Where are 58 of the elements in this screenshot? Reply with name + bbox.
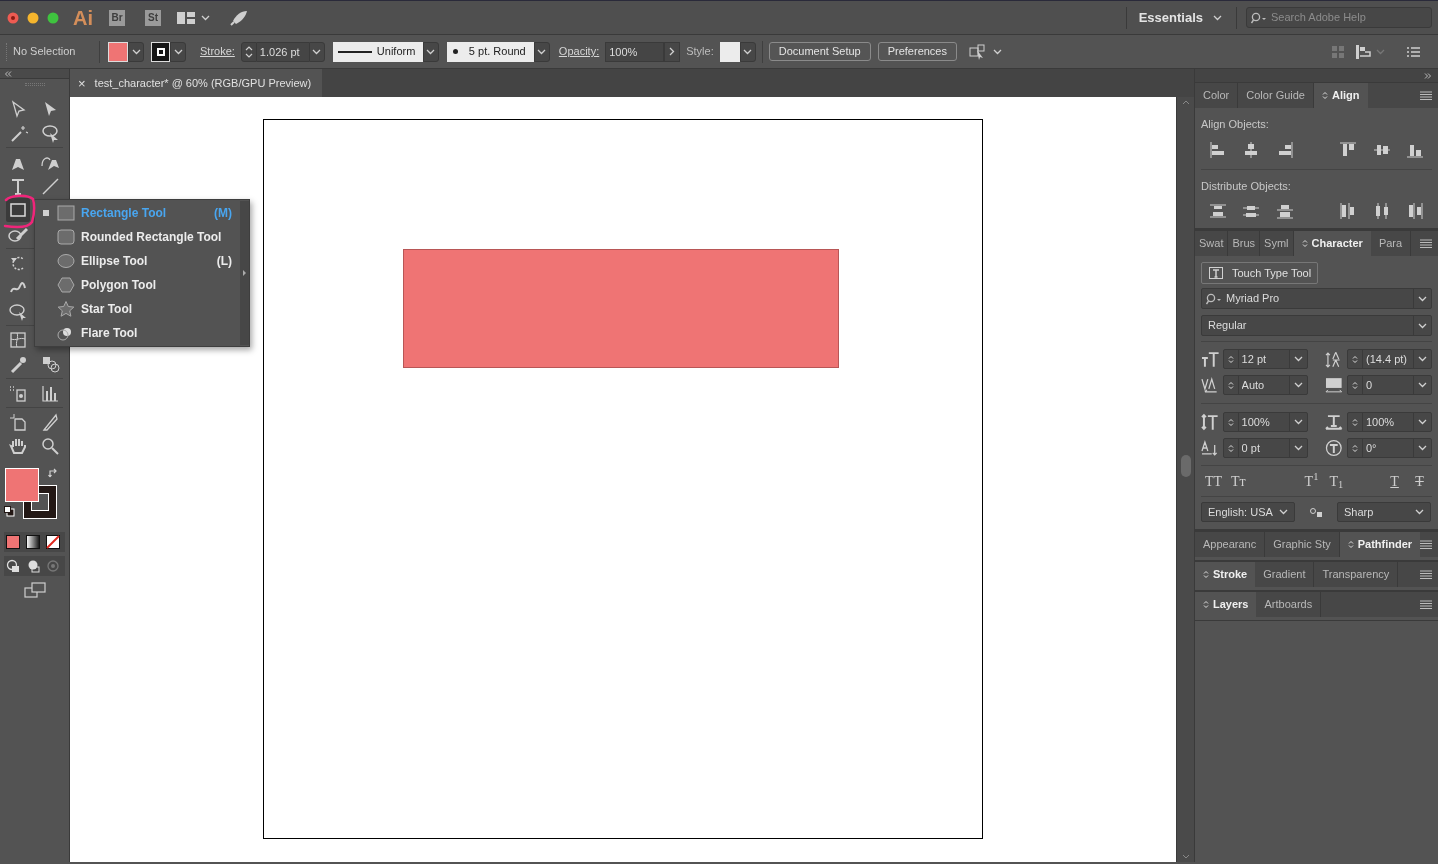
stroke-label[interactable]: Stroke: <box>200 43 235 60</box>
app-launcher-button[interactable]: St <box>145 9 161 26</box>
horizontal-scale-field[interactable]: 100% <box>1347 412 1432 432</box>
font-size-field[interactable]: 12 pt <box>1222 349 1308 369</box>
leading-field-input[interactable]: (14.4 pt) <box>1363 350 1413 368</box>
vertical-scale-field-input[interactable]: 100% <box>1238 413 1289 431</box>
type-style-button[interactable]: T <box>1382 470 1408 492</box>
kerning-field-input[interactable]: Auto <box>1238 376 1289 394</box>
panel-tab[interactable]: Character <box>1293 231 1371 256</box>
tracking-field[interactable]: 0 <box>1347 375 1432 395</box>
type-style-button[interactable]: Tт <box>1225 470 1251 492</box>
stroke-weight-field[interactable]: 1.026 pt <box>256 41 309 62</box>
language-dropdown[interactable]: English: USA <box>1201 502 1295 522</box>
search-input[interactable]: Search Adobe Help <box>1271 9 1421 26</box>
type-style-button[interactable]: T$_{1}$ <box>1323 470 1349 492</box>
close-tab-button[interactable]: × <box>78 76 86 90</box>
font-family-dropdown[interactable]: Myriad Pro <box>1201 288 1432 309</box>
flyout-menu-item[interactable]: Polygon Tool <box>35 273 240 297</box>
baseline-shift-field[interactable]: 0 pt <box>1222 438 1308 458</box>
rotation-field-input[interactable]: 0° <box>1363 439 1413 457</box>
panel-tab[interactable]: Stroke <box>1195 562 1256 587</box>
baseline-shift-field-input[interactable]: 0 pt <box>1238 439 1289 457</box>
panel-tab[interactable]: Pathfinder <box>1339 532 1421 557</box>
opacity-label[interactable]: Opacity: <box>558 43 600 60</box>
workspace-switcher[interactable]: Essentials <box>1138 7 1222 28</box>
toolbar-button[interactable]: Document Setup <box>768 42 871 61</box>
opacity-field[interactable]: 100% <box>605 41 665 62</box>
brush-dropdown[interactable]: 5 pt. Round <box>446 41 534 62</box>
touch-type-button[interactable]: Touch Type Tool <box>1201 262 1319 284</box>
rotation-field[interactable]: 0° <box>1347 438 1432 458</box>
document-tab[interactable]: × test_character* @ 60% (RGB/GPU Preview) <box>70 69 322 97</box>
flyout-menu-item[interactable]: Flare Tool <box>35 321 240 345</box>
panel-tab[interactable]: Layers <box>1195 592 1257 617</box>
type-style-button[interactable]: T <box>1407 470 1432 492</box>
section-label: Distribute Objects: <box>1201 178 1292 194</box>
vertical-scale-field[interactable]: 100% <box>1222 412 1308 432</box>
kerning-field[interactable]: Auto <box>1222 375 1308 395</box>
app-launcher-button[interactable]: Br <box>109 9 125 26</box>
search-field[interactable]: Search Adobe Help <box>1246 7 1432 28</box>
type-style-button[interactable]: T$^{1}$ <box>1299 470 1324 492</box>
tracking-field-input[interactable]: 0 <box>1363 376 1413 394</box>
leading-field[interactable]: (14.4 pt) <box>1347 349 1432 369</box>
type-style-button[interactable]: TT <box>1201 470 1226 492</box>
anti-aliasing-dropdown[interactable]: Sharp <box>1337 502 1431 522</box>
font-style-dropdown[interactable]: Regular <box>1201 315 1432 336</box>
style-label: Style: <box>686 44 714 60</box>
section-label: Align Objects: <box>1201 117 1270 132</box>
horizontal-scale-field-input[interactable]: 100% <box>1363 413 1413 431</box>
toolbar-button[interactable]: Preferences <box>877 42 957 61</box>
selection-status: No Selection <box>13 44 77 60</box>
flyout-menu-item[interactable]: Rounded Rectangle Tool <box>35 225 240 249</box>
document-title: test_character* @ 60% (RGB/GPU Preview) <box>94 75 312 91</box>
flyout-menu-item[interactable]: Ellipse Tool (L) <box>35 249 240 273</box>
stroke-profile-dropdown[interactable]: Uniform <box>332 41 423 62</box>
font-size-field-input[interactable]: 12 pt <box>1238 350 1289 368</box>
app-logo: Ai <box>73 5 93 31</box>
panel-tab[interactable]: Align <box>1314 83 1368 108</box>
flyout-menu-item[interactable]: Star Tool <box>35 297 240 321</box>
